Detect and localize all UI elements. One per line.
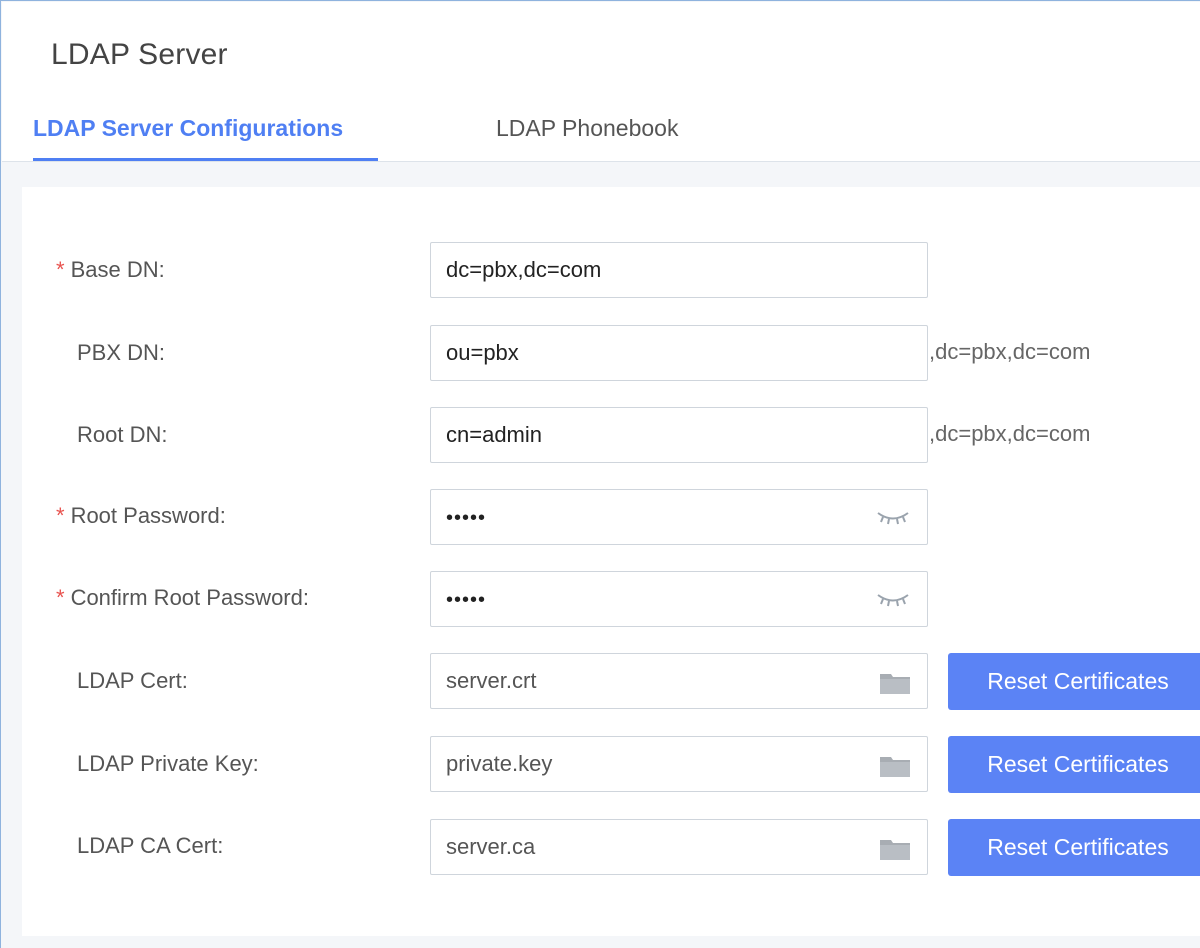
base-dn-label: * Base DN: — [56, 257, 165, 282]
app-frame: LDAP Server LDAP Server Configurations L… — [0, 0, 1200, 948]
ldap-ca-cert-input[interactable]: server.ca — [430, 819, 928, 875]
root-dn-label: Root DN: — [77, 422, 168, 447]
config-panel: * Base DN: dc=pbx,dc=com PBX DN: ou=pbx ,… — [22, 187, 1200, 936]
pbx-dn-label: PBX DN: — [77, 340, 166, 365]
required-marker: * — [56, 503, 65, 528]
ldap-cert-label: LDAP Cert: — [77, 668, 188, 693]
ldap-private-key-label: LDAP Private Key: — [77, 751, 259, 776]
ldap-ca-cert-label: LDAP CA Cert: — [77, 833, 224, 858]
confirm-root-password-label: * Confirm Root Password: — [56, 585, 309, 610]
reset-ldap-private-key-button[interactable]: Reset Certificates — [948, 736, 1200, 793]
base-dn-input[interactable]: dc=pbx,dc=com — [430, 242, 928, 298]
eye-closed-icon[interactable] — [875, 506, 911, 528]
folder-icon[interactable] — [879, 837, 911, 861]
pbx-dn-input[interactable]: ou=pbx — [430, 325, 928, 381]
required-marker: * — [56, 257, 65, 282]
header-divider — [2, 161, 1200, 162]
required-marker: * — [56, 585, 65, 610]
folder-icon[interactable] — [879, 671, 911, 695]
confirm-root-password-input[interactable]: ••••• — [430, 571, 928, 627]
root-dn-suffix: ,dc=pbx,dc=com — [929, 421, 1091, 446]
pbx-dn-suffix: ,dc=pbx,dc=com — [929, 339, 1091, 364]
ldap-cert-input[interactable]: server.crt — [430, 653, 928, 709]
eye-closed-icon[interactable] — [875, 588, 911, 610]
reset-ldap-ca-cert-button[interactable]: Reset Certificates — [948, 819, 1200, 876]
root-password-input[interactable]: ••••• — [430, 489, 928, 545]
page-header: LDAP Server LDAP Server Configurations L… — [2, 2, 1200, 162]
tab-ldap-phonebook[interactable]: LDAP Phonebook — [496, 115, 678, 142]
tab-ldap-server-configurations[interactable]: LDAP Server Configurations — [33, 115, 343, 142]
root-password-label: * Root Password: — [56, 503, 226, 528]
page-title: LDAP Server — [51, 38, 228, 71]
reset-ldap-cert-button[interactable]: Reset Certificates — [948, 653, 1200, 710]
ldap-private-key-input[interactable]: private.key — [430, 736, 928, 792]
folder-icon[interactable] — [879, 754, 911, 778]
root-dn-input[interactable]: cn=admin — [430, 407, 928, 463]
